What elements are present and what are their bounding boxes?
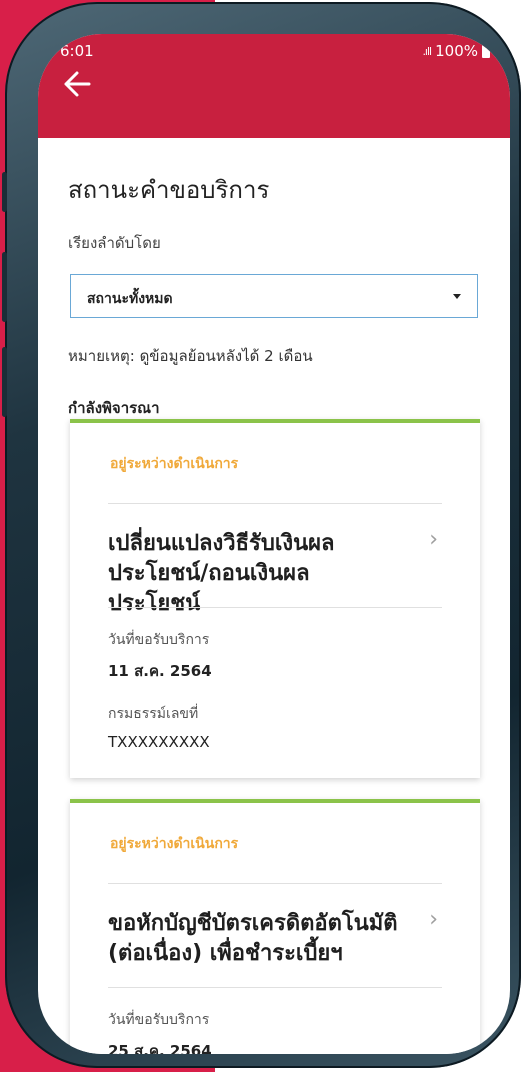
app-header: 6:01 .ıll 100% (38, 34, 510, 138)
request-card[interactable]: อยู่ระหว่างดำเนินการ เปลี่ยนแปลงวิธีรับเ… (70, 419, 480, 778)
divider (108, 503, 442, 504)
signal-icon: .ıll (422, 44, 432, 58)
status-filter-dropdown[interactable]: สถานะทั้งหมด (70, 274, 478, 318)
sort-label: เรียงลำดับโดย (68, 234, 161, 252)
divider (108, 883, 442, 884)
status-indicators: .ıll 100% (422, 42, 490, 60)
phone-side-button (2, 172, 7, 212)
request-status: อยู่ระหว่างดำเนินการ (110, 456, 239, 472)
request-title[interactable]: ขอหักบัญชีบัตรเครดิตอัตโนมัติ (ต่อเนื่อง… (108, 909, 398, 969)
battery-icon (482, 42, 490, 58)
request-title-line: (ต่อเนื่อง) เพื่อชำระเบี้ยฯ (108, 941, 343, 966)
phone-volume-button (2, 347, 7, 417)
divider (108, 607, 442, 608)
date-value: 25 ส.ค. 2564 (108, 1042, 212, 1054)
request-card[interactable]: อยู่ระหว่างดำเนินการ ขอหักบัญชีบัตรเครดิ… (70, 799, 480, 1054)
policy-value: TXXXXXXXXX (108, 733, 210, 751)
phone-frame: 6:01 .ıll 100% สถานะคำขอบริการ เรียงลำดั… (2, 2, 521, 1068)
back-button[interactable] (62, 70, 96, 100)
request-title-line: เปลี่ยนแปลงวิธีรับเงินผล (108, 531, 335, 556)
section-heading: กำลังพิจารณา (68, 399, 160, 417)
request-title-line: ขอหักบัญชีบัตรเครดิตอัตโนมัติ (108, 911, 398, 936)
arrow-left-icon (64, 71, 91, 97)
page-title: สถานะคำขอบริการ (68, 176, 270, 204)
request-title[interactable]: เปลี่ยนแปลงวิธีรับเงินผล ประโยชน์/ถอนเงิ… (108, 529, 398, 619)
request-title-line: ประโยชน์/ถอนเงินผลประโยชน์ (108, 561, 310, 616)
chevron-right-icon[interactable]: › (429, 907, 438, 932)
date-label: วันที่ขอรับบริการ (108, 1012, 210, 1028)
history-note: หมายเหตุ: ดูข้อมูลย้อนหลังได้ 2 เดือน (68, 347, 313, 365)
request-status: อยู่ระหว่างดำเนินการ (110, 836, 239, 852)
divider (108, 987, 442, 988)
date-label: วันที่ขอรับบริการ (108, 632, 210, 648)
date-value: 11 ส.ค. 2564 (108, 662, 212, 680)
policy-label: กรมธรรม์เลขที่ (108, 706, 199, 722)
battery-percentage: 100% (435, 42, 478, 60)
phone-screen: 6:01 .ıll 100% สถานะคำขอบริการ เรียงลำดั… (38, 34, 510, 1054)
caret-down-icon (453, 294, 461, 299)
phone-volume-button (2, 252, 7, 322)
chevron-right-icon[interactable]: › (429, 527, 438, 552)
dropdown-selected-value: สถานะทั้งหมด (87, 291, 173, 307)
status-time: 6:01 (60, 42, 94, 60)
